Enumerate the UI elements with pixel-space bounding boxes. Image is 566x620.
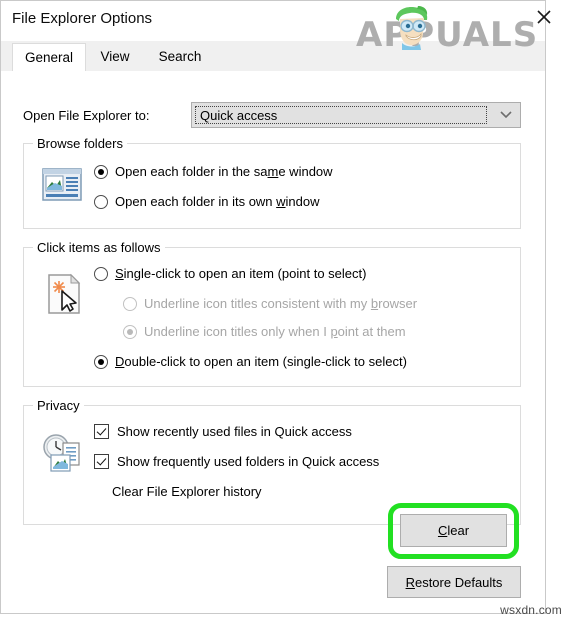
open-to-label: Open File Explorer to: bbox=[23, 108, 150, 123]
open-to-dropdown[interactable]: Quick access bbox=[191, 102, 521, 128]
radio-label-single-click: Single-click to open an item (point to s… bbox=[115, 266, 367, 281]
radio-row-same-window[interactable]: Open each folder in the same window bbox=[94, 164, 333, 179]
radio-row-underline-browser: Underline icon titles consistent with my… bbox=[123, 296, 417, 311]
title-bar: File Explorer Options bbox=[1, 1, 545, 41]
tab-strip: General View Search bbox=[1, 41, 545, 73]
radio-underline-point bbox=[123, 324, 137, 339]
checkbox-label-frequent-folders: Show frequently used folders in Quick ac… bbox=[117, 454, 380, 469]
radio-underline-browser bbox=[123, 296, 137, 311]
radio-label-double-click: Double-click to open an item (single-cli… bbox=[115, 354, 407, 369]
radio-label-same-window: Open each folder in the same window bbox=[115, 164, 333, 179]
browse-folders-group: Browse folders Open each folder in the s… bbox=[23, 136, 521, 229]
radio-label-underline-point: Underline icon titles only when I point … bbox=[144, 324, 406, 339]
clock-documents-icon bbox=[43, 434, 80, 472]
clear-button-label: Clear bbox=[437, 523, 470, 538]
tab-general[interactable]: General bbox=[12, 43, 86, 73]
general-tab-panel: Open File Explorer to: Quick access Brow… bbox=[1, 71, 545, 613]
checkbox-label-recent-files: Show recently used files in Quick access bbox=[117, 424, 352, 439]
radio-row-underline-point: Underline icon titles only when I point … bbox=[123, 324, 406, 339]
checkbox-row-recent-files[interactable]: Show recently used files in Quick access bbox=[94, 424, 352, 439]
click-items-legend: Click items as follows bbox=[33, 240, 165, 255]
radio-own-window[interactable] bbox=[94, 194, 108, 209]
radio-double-click[interactable] bbox=[94, 354, 108, 369]
file-explorer-options-dialog: File Explorer Options APPUALS General Vi… bbox=[0, 0, 551, 614]
clear-history-label: Clear File Explorer history bbox=[112, 484, 262, 499]
restore-defaults-label: Restore Defaults bbox=[405, 574, 503, 590]
pointer-document-icon bbox=[48, 273, 81, 314]
radio-row-single-click[interactable]: Single-click to open an item (point to s… bbox=[94, 266, 366, 281]
browse-folders-legend: Browse folders bbox=[33, 136, 127, 151]
privacy-legend: Privacy bbox=[33, 398, 84, 413]
footer-watermark: wsxdn.com bbox=[500, 603, 562, 617]
checkbox-frequent-folders[interactable] bbox=[94, 454, 109, 469]
close-button[interactable] bbox=[524, 3, 564, 31]
open-to-value: Quick access bbox=[200, 108, 278, 123]
privacy-group: Privacy Show recently used files in Quic… bbox=[23, 398, 521, 525]
radio-label-underline-browser: Underline icon titles consistent with my… bbox=[144, 296, 418, 311]
close-icon bbox=[537, 10, 551, 24]
window-title: File Explorer Options bbox=[12, 10, 153, 27]
radio-row-double-click[interactable]: Double-click to open an item (single-cli… bbox=[94, 354, 407, 369]
tab-search[interactable]: Search bbox=[147, 43, 213, 72]
radio-same-window[interactable] bbox=[94, 164, 108, 179]
radio-row-own-window[interactable]: Open each folder in its own window bbox=[94, 194, 320, 209]
click-items-group: Click items as follows Single-click to o… bbox=[23, 240, 521, 387]
radio-label-own-window: Open each folder in its own window bbox=[115, 194, 320, 209]
checkbox-recent-files[interactable] bbox=[94, 424, 109, 439]
chevron-down-icon bbox=[500, 111, 512, 119]
open-to-focus-ring: Quick access bbox=[195, 106, 487, 124]
radio-single-click[interactable] bbox=[94, 266, 108, 281]
clear-button[interactable]: Clear bbox=[400, 514, 507, 547]
restore-defaults-button[interactable]: Restore Defaults bbox=[387, 566, 521, 598]
tab-view[interactable]: View bbox=[90, 43, 140, 72]
checkbox-row-frequent-folders[interactable]: Show frequently used folders in Quick ac… bbox=[94, 454, 379, 469]
folder-window-icon bbox=[42, 168, 82, 201]
